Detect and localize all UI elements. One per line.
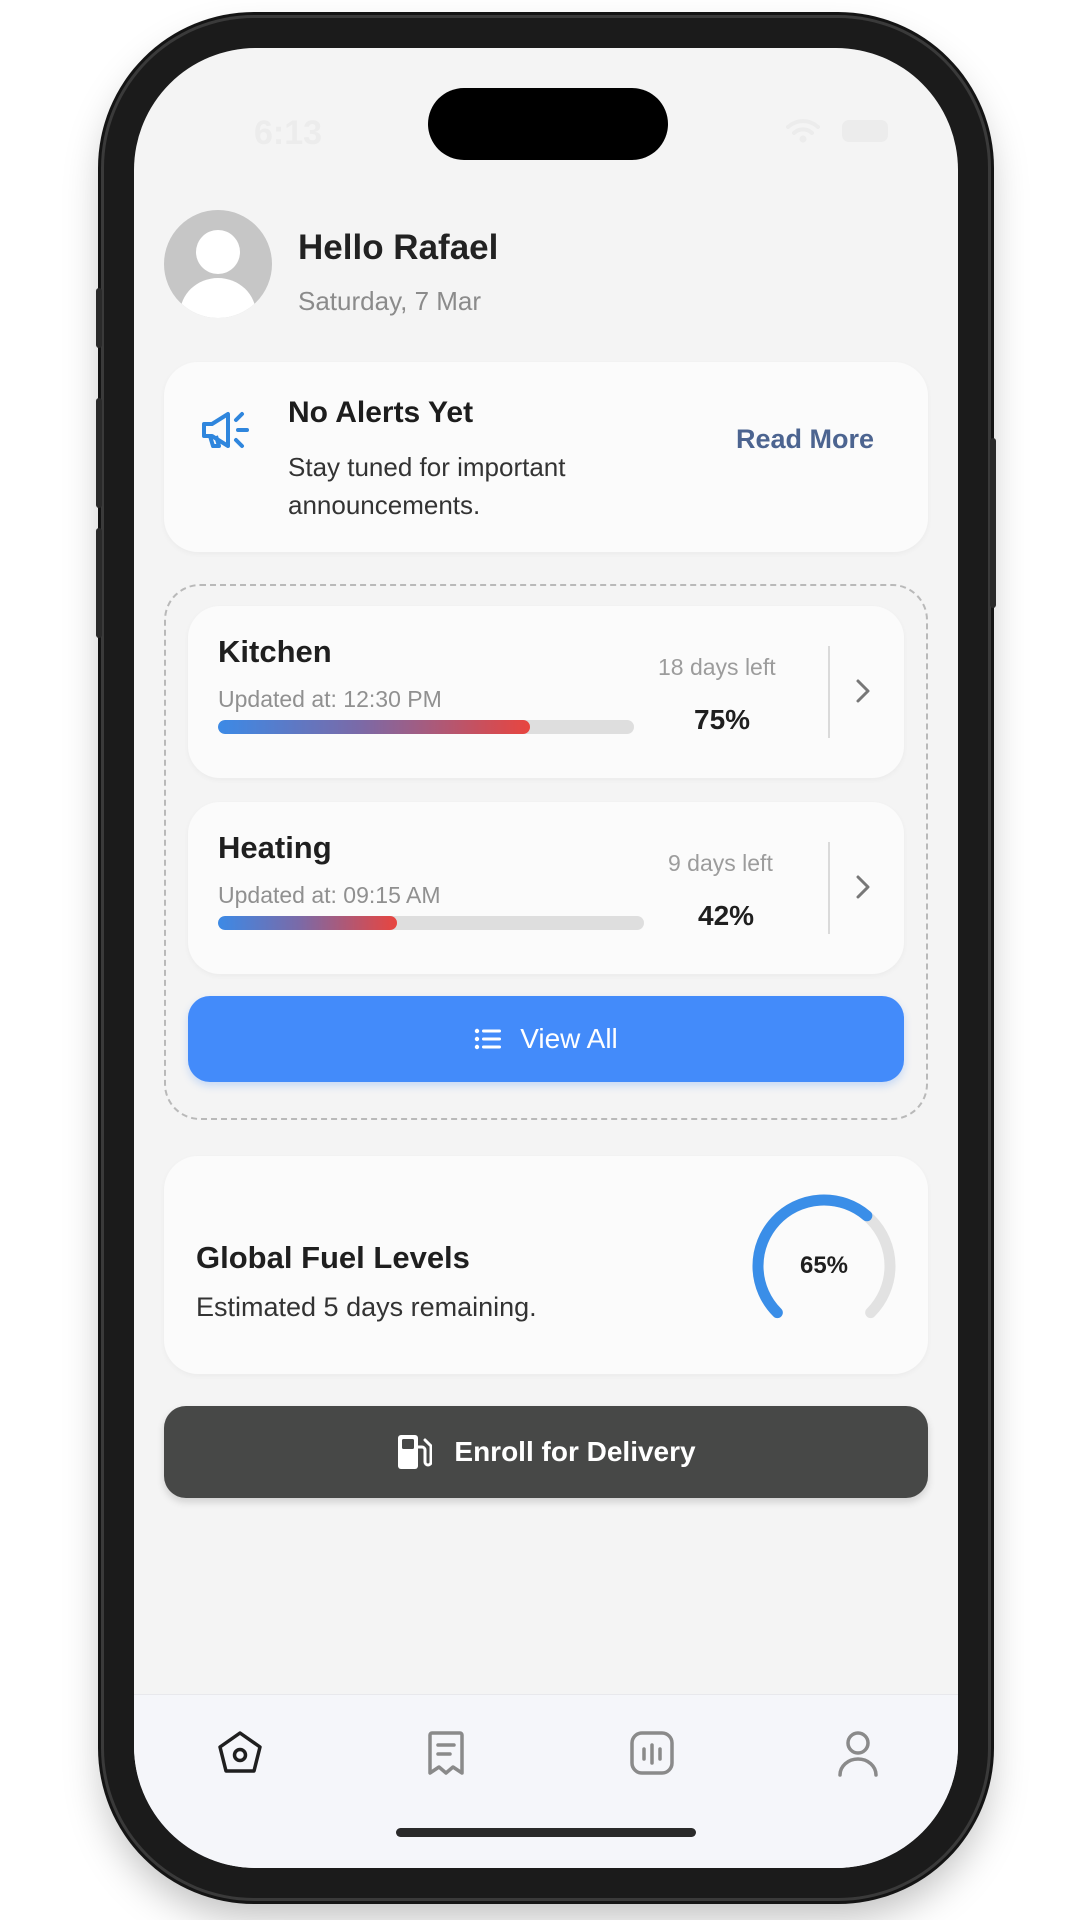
- tank-name: Kitchen: [218, 634, 332, 669]
- date-label: Saturday, 7 Mar: [298, 286, 482, 316]
- tank-days-left: 18 days left: [658, 654, 776, 680]
- tank-percent: 75%: [694, 704, 751, 735]
- fuel-subtitle: Estimated 5 days remaining.: [196, 1292, 537, 1322]
- tank-divider: [828, 842, 830, 934]
- tank-card-heating[interactable]: Heating Updated at: 09:15 AM 9 days left…: [188, 802, 904, 974]
- tank-card-kitchen[interactable]: Kitchen Updated at: 12:30 PM 18 days lef…: [188, 606, 904, 778]
- alert-description: Stay tuned for important announcements.: [288, 452, 566, 520]
- dynamic-island: [428, 88, 668, 160]
- mute-switch: [96, 288, 102, 348]
- receipt-icon[interactable]: [418, 1725, 474, 1781]
- wifi-icon: [786, 119, 820, 143]
- chevron-right-icon[interactable]: [848, 676, 878, 706]
- tank-updated: Updated at: 09:15 AM: [218, 882, 441, 908]
- fuel-title: Global Fuel Levels: [196, 1240, 470, 1275]
- greeting-title: Hello Rafael: [298, 228, 499, 267]
- user-avatar-icon: [180, 230, 256, 318]
- alerts-card: No Alerts Yet Stay tuned for important a…: [164, 362, 928, 552]
- volume-up-button: [96, 398, 102, 508]
- global-fuel-card: Global Fuel Levels Estimated 5 days rema…: [164, 1156, 928, 1374]
- megaphone-icon: [202, 412, 249, 448]
- home-icon[interactable]: [212, 1725, 268, 1781]
- read-more-link[interactable]: Read More: [736, 424, 874, 455]
- tanks-group: Kitchen Updated at: 12:30 PM 18 days lef…: [164, 584, 928, 1120]
- tank-days-left: 9 days left: [668, 850, 773, 876]
- enroll-delivery-button[interactable]: Enroll for Delivery: [164, 1406, 928, 1498]
- tank-level-bar: [218, 720, 634, 734]
- battery-icon: [842, 120, 888, 142]
- fuel-pump-icon: [398, 1435, 433, 1469]
- gauge-icon[interactable]: [624, 1725, 680, 1781]
- tank-name: Heating: [218, 830, 332, 865]
- home-indicator: [396, 1828, 696, 1837]
- view-all-label: View All: [520, 1023, 618, 1054]
- status-icons: [786, 118, 888, 144]
- tank-divider: [828, 646, 830, 738]
- app-screen: 6:13 Hello Rafael Saturday, 7 Mar No Ale…: [134, 48, 958, 1868]
- volume-down-button: [96, 528, 102, 638]
- tank-level-bar: [218, 916, 644, 930]
- avatar[interactable]: [164, 210, 272, 318]
- enroll-label: Enroll for Delivery: [454, 1436, 696, 1467]
- view-all-button[interactable]: View All: [188, 996, 904, 1082]
- chevron-right-icon[interactable]: [848, 872, 878, 902]
- list-icon: [475, 1028, 502, 1050]
- status-time: 6:13: [254, 114, 323, 152]
- tank-updated: Updated at: 12:30 PM: [218, 686, 442, 712]
- profile-icon[interactable]: [830, 1725, 886, 1781]
- phone-frame: 6:13 Hello Rafael Saturday, 7 Mar No Ale…: [96, 18, 996, 1898]
- tank-percent: 42%: [698, 900, 755, 931]
- tank-level-fill: [218, 916, 397, 930]
- alert-title: No Alerts Yet: [288, 396, 474, 429]
- fuel-percent: 65%: [799, 1252, 849, 1279]
- tank-level-fill: [218, 720, 530, 734]
- power-button: [990, 438, 996, 608]
- bottom-tab-bar: [134, 1694, 958, 1868]
